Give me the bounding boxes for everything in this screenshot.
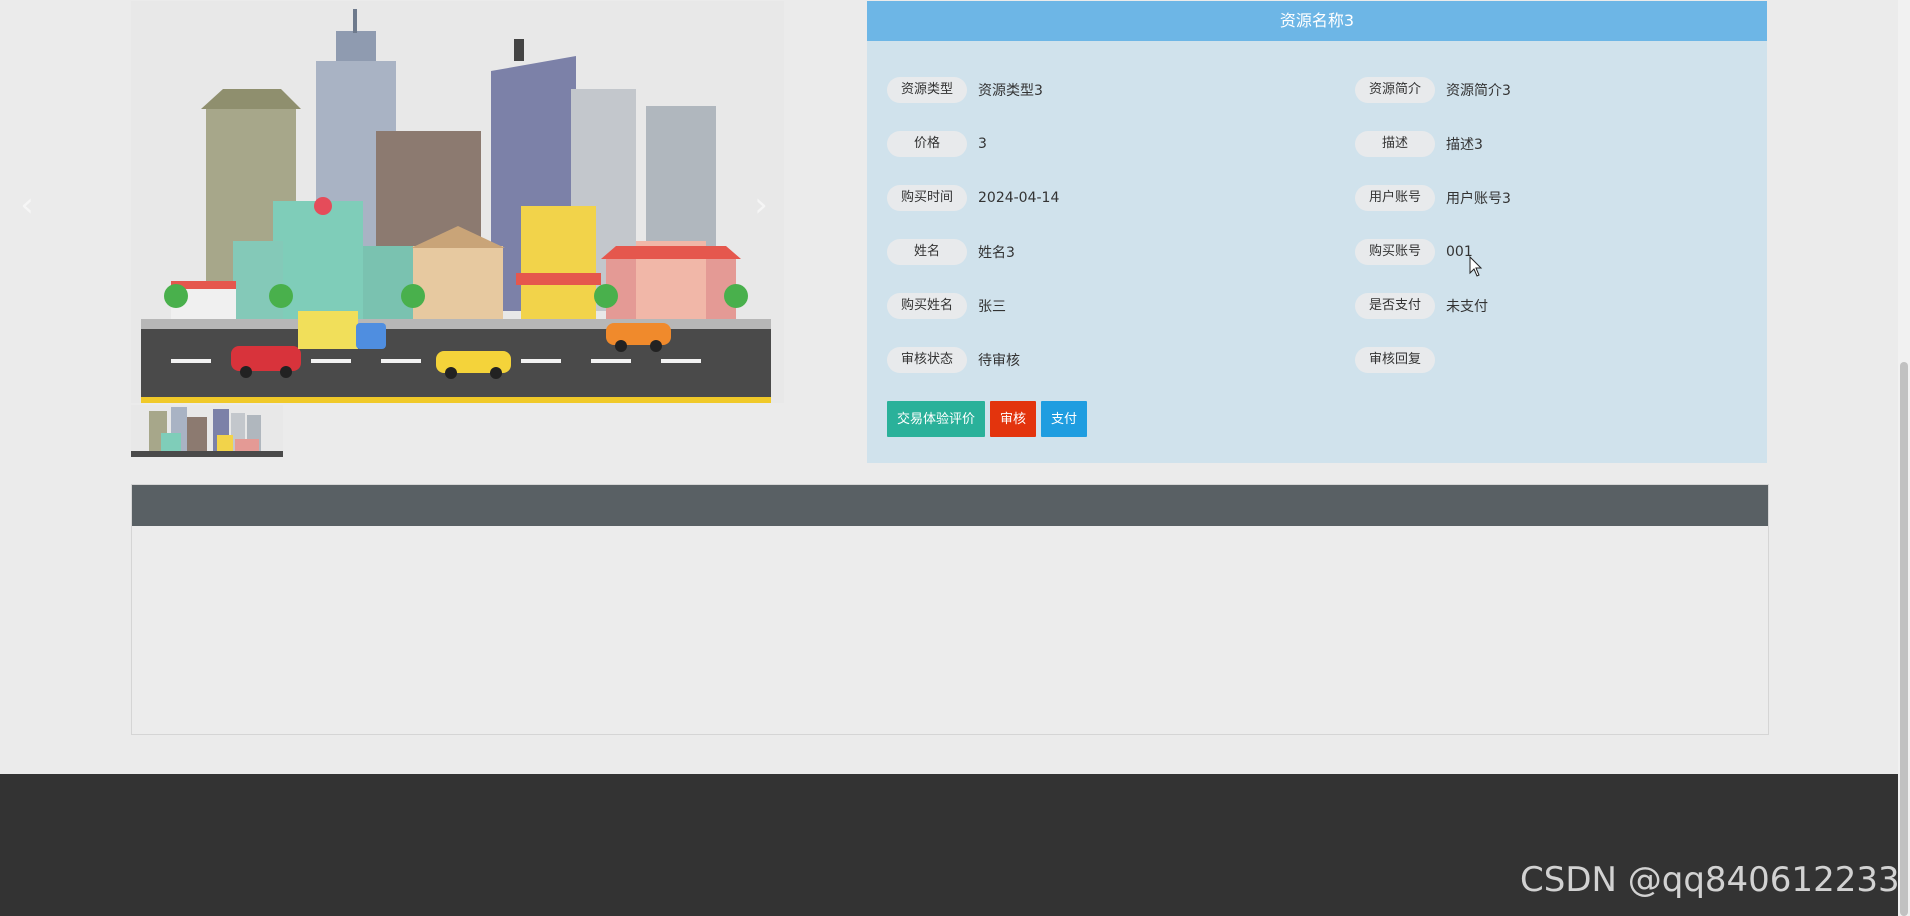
content-section [131, 484, 1769, 735]
review-button[interactable]: 审核 [990, 401, 1037, 437]
field-label: 是否支付 [1355, 293, 1435, 319]
field-label: 审核状态 [887, 347, 967, 373]
field-label: 描述 [1355, 131, 1435, 157]
field-value: 2024-04-14 [978, 190, 1060, 206]
field-paid: 是否支付 未支付 [1355, 293, 1488, 319]
city-illustration [131, 1, 784, 403]
mouse-cursor-icon [1469, 256, 1483, 277]
field-label: 资源简介 [1355, 77, 1435, 103]
field-value: 资源简介3 [1446, 83, 1511, 99]
field-value: 未支付 [1446, 299, 1488, 315]
field-value: 描述3 [1446, 137, 1483, 153]
field-value: 待审核 [978, 353, 1020, 369]
field-review-reply: 审核回复 [1355, 347, 1446, 373]
section-header-bar [132, 485, 1768, 526]
field-label: 购买时间 [887, 185, 967, 211]
field-buyer-name: 购买姓名 张三 [887, 293, 1006, 319]
field-price: 价格 3 [887, 131, 987, 157]
resource-detail-panel: 资源名称3 资源类型 资源类型3 资源简介 资源简介3 价格 3 描述 描述3 … [867, 1, 1767, 463]
evaluate-button[interactable]: 交易体验评价 [887, 401, 986, 437]
field-value: 3 [978, 136, 987, 152]
field-review-status: 审核状态 待审核 [887, 347, 1020, 373]
field-value: 张三 [978, 299, 1006, 315]
resource-image-carousel[interactable] [131, 1, 784, 403]
field-user-account: 用户账号 用户账号3 [1355, 185, 1511, 211]
field-label: 资源类型 [887, 77, 967, 103]
scrollbar-thumb[interactable] [1900, 362, 1908, 916]
field-label: 价格 [887, 131, 967, 157]
field-purchase-time: 购买时间 2024-04-14 [887, 185, 1059, 211]
field-buyer-account: 购买账号 001 [1355, 239, 1473, 265]
csdn-watermark: CSDN @qq840612233 [1520, 860, 1900, 900]
field-label: 审核回复 [1355, 347, 1435, 373]
page-scrollbar[interactable] [1898, 0, 1910, 916]
field-resource-intro: 资源简介 资源简介3 [1355, 77, 1511, 103]
field-label: 姓名 [887, 239, 967, 265]
field-description: 描述 描述3 [1355, 131, 1483, 157]
field-value: 用户账号3 [1446, 191, 1511, 207]
field-value: 姓名3 [978, 245, 1015, 261]
action-buttons: 交易体验评价 审核 支付 [887, 401, 1088, 437]
city-thumbnail-image [131, 405, 283, 457]
field-label: 购买账号 [1355, 239, 1435, 265]
gallery-thumbnail[interactable] [131, 405, 283, 457]
carousel-prev-icon[interactable]: ‹ [12, 185, 42, 225]
field-label: 购买姓名 [887, 293, 967, 319]
field-name: 姓名 姓名3 [887, 239, 1015, 265]
field-value: 资源类型3 [978, 83, 1043, 99]
resource-title: 资源名称3 [867, 1, 1767, 41]
pay-button[interactable]: 支付 [1041, 401, 1088, 437]
field-label: 用户账号 [1355, 185, 1435, 211]
field-resource-type: 资源类型 资源类型3 [887, 77, 1043, 103]
carousel-next-icon[interactable]: › [746, 185, 776, 225]
